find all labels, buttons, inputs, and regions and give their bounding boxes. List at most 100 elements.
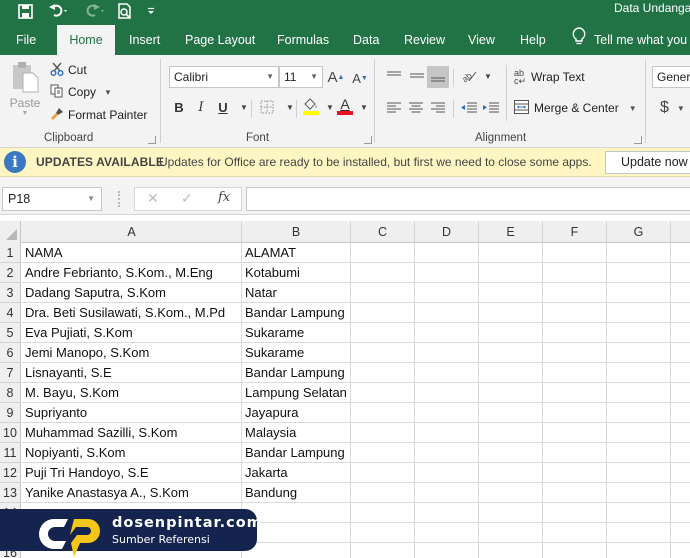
cell[interactable] <box>351 443 415 463</box>
currency-dropdown-icon[interactable]: ▼ <box>677 104 685 113</box>
cell[interactable] <box>607 323 671 343</box>
cell[interactable] <box>543 243 607 263</box>
cell[interactable] <box>671 243 690 263</box>
cell[interactable] <box>479 323 543 343</box>
cell[interactable]: ALAMAT <box>242 243 351 263</box>
cell[interactable] <box>607 403 671 423</box>
undo-icon[interactable] <box>44 0 74 22</box>
cell[interactable] <box>607 463 671 483</box>
paste-button[interactable]: Paste ▼ <box>8 61 42 117</box>
cell[interactable] <box>415 523 479 543</box>
cell[interactable]: Lisnayanti, S.E <box>22 363 242 383</box>
increase-indent-icon[interactable] <box>481 97 501 117</box>
cell[interactable]: Dra. Beti Susilawati, S.Kom., M.Pd <box>22 303 242 323</box>
cell[interactable] <box>479 443 543 463</box>
orientation-icon[interactable]: ab <box>459 65 479 87</box>
font-launcher-icon[interactable] <box>364 136 372 144</box>
formula-bar-grip[interactable] <box>118 191 120 207</box>
cell[interactable] <box>415 263 479 283</box>
cell[interactable] <box>607 363 671 383</box>
cell[interactable] <box>543 523 607 543</box>
cell[interactable] <box>479 543 543 558</box>
borders-icon[interactable] <box>258 97 276 117</box>
cell[interactable] <box>415 443 479 463</box>
row-header[interactable]: 7 <box>0 363 21 383</box>
row-header[interactable]: 1 <box>0 243 21 263</box>
cell[interactable] <box>671 383 690 403</box>
row-header[interactable]: 10 <box>0 423 21 443</box>
cell[interactable] <box>479 463 543 483</box>
bottom-align-icon[interactable] <box>427 66 449 88</box>
bold-button[interactable]: B <box>172 97 186 117</box>
align-right-icon[interactable] <box>428 97 448 117</box>
cell[interactable] <box>479 403 543 423</box>
fill-color-icon[interactable] <box>302 95 320 117</box>
cell[interactable]: Jakarta <box>242 463 351 483</box>
cell[interactable] <box>415 243 479 263</box>
font-color-dropdown-icon[interactable]: ▼ <box>359 97 369 117</box>
cell[interactable] <box>543 323 607 343</box>
column-header-d[interactable]: D <box>415 221 479 243</box>
cell[interactable] <box>607 303 671 323</box>
cell[interactable] <box>479 423 543 443</box>
cell[interactable] <box>351 383 415 403</box>
cell[interactable] <box>543 343 607 363</box>
cell[interactable] <box>415 403 479 423</box>
merge-center-button[interactable]: Merge & Center ▼ <box>514 99 637 117</box>
cell[interactable] <box>671 303 690 323</box>
cell[interactable] <box>543 283 607 303</box>
enter-icon[interactable]: ✓ <box>181 190 193 207</box>
cell[interactable] <box>479 503 543 523</box>
cell[interactable]: Bandar Lampung <box>242 443 351 463</box>
cell[interactable] <box>671 263 690 283</box>
cell[interactable] <box>415 503 479 523</box>
cell[interactable] <box>671 283 690 303</box>
row-header[interactable]: 8 <box>0 383 21 403</box>
cell[interactable] <box>479 523 543 543</box>
cell[interactable] <box>351 283 415 303</box>
cell[interactable] <box>415 463 479 483</box>
cell[interactable] <box>543 443 607 463</box>
middle-align-icon[interactable] <box>407 65 427 87</box>
cell[interactable] <box>242 543 351 558</box>
cell[interactable] <box>415 383 479 403</box>
row-header[interactable]: 12 <box>0 463 21 483</box>
cell[interactable] <box>415 303 479 323</box>
cell[interactable] <box>479 283 543 303</box>
row-header[interactable]: 13 <box>0 483 21 503</box>
increase-font-size-icon[interactable]: A ▲ <box>327 67 345 87</box>
cell[interactable] <box>479 243 543 263</box>
cell[interactable] <box>351 463 415 483</box>
column-header-f[interactable]: F <box>543 221 607 243</box>
cell[interactable]: Muhammad Sazilli, S.Kom <box>22 423 242 443</box>
font-size-select[interactable]: 11 ▼ <box>279 66 323 88</box>
cell[interactable] <box>479 483 543 503</box>
row-header[interactable]: 11 <box>0 443 21 463</box>
decrease-font-size-icon[interactable]: A ▼ <box>351 68 369 88</box>
cell[interactable] <box>543 263 607 283</box>
underline-dropdown-icon[interactable]: ▼ <box>239 97 249 117</box>
cell[interactable]: Andre Febrianto, S.Kom., M.Eng <box>22 263 242 283</box>
cell[interactable] <box>543 463 607 483</box>
cell[interactable] <box>543 503 607 523</box>
cell[interactable]: Eva Pujiati, S.Kom <box>22 323 242 343</box>
cell[interactable] <box>543 543 607 558</box>
tab-data[interactable]: Data <box>349 25 383 55</box>
cell[interactable]: Sukarame <box>242 343 351 363</box>
cell[interactable] <box>543 403 607 423</box>
cell[interactable] <box>351 503 415 523</box>
cell[interactable] <box>351 543 415 558</box>
cell[interactable] <box>479 383 543 403</box>
cell[interactable] <box>415 343 479 363</box>
borders-dropdown-icon[interactable]: ▼ <box>285 97 295 117</box>
cell[interactable]: M. Bayu, S.Kom <box>22 383 242 403</box>
cell[interactable]: Sukarame <box>242 323 351 343</box>
currency-button[interactable]: $ ▼ <box>660 98 685 118</box>
tab-home[interactable]: Home <box>57 25 115 55</box>
cell[interactable]: Malaysia <box>242 423 351 443</box>
row-header[interactable]: 3 <box>0 283 21 303</box>
cell[interactable] <box>543 483 607 503</box>
cell[interactable] <box>607 343 671 363</box>
cell[interactable] <box>351 343 415 363</box>
wrap-text-button[interactable]: ab c↵ Wrap Text <box>514 68 585 86</box>
